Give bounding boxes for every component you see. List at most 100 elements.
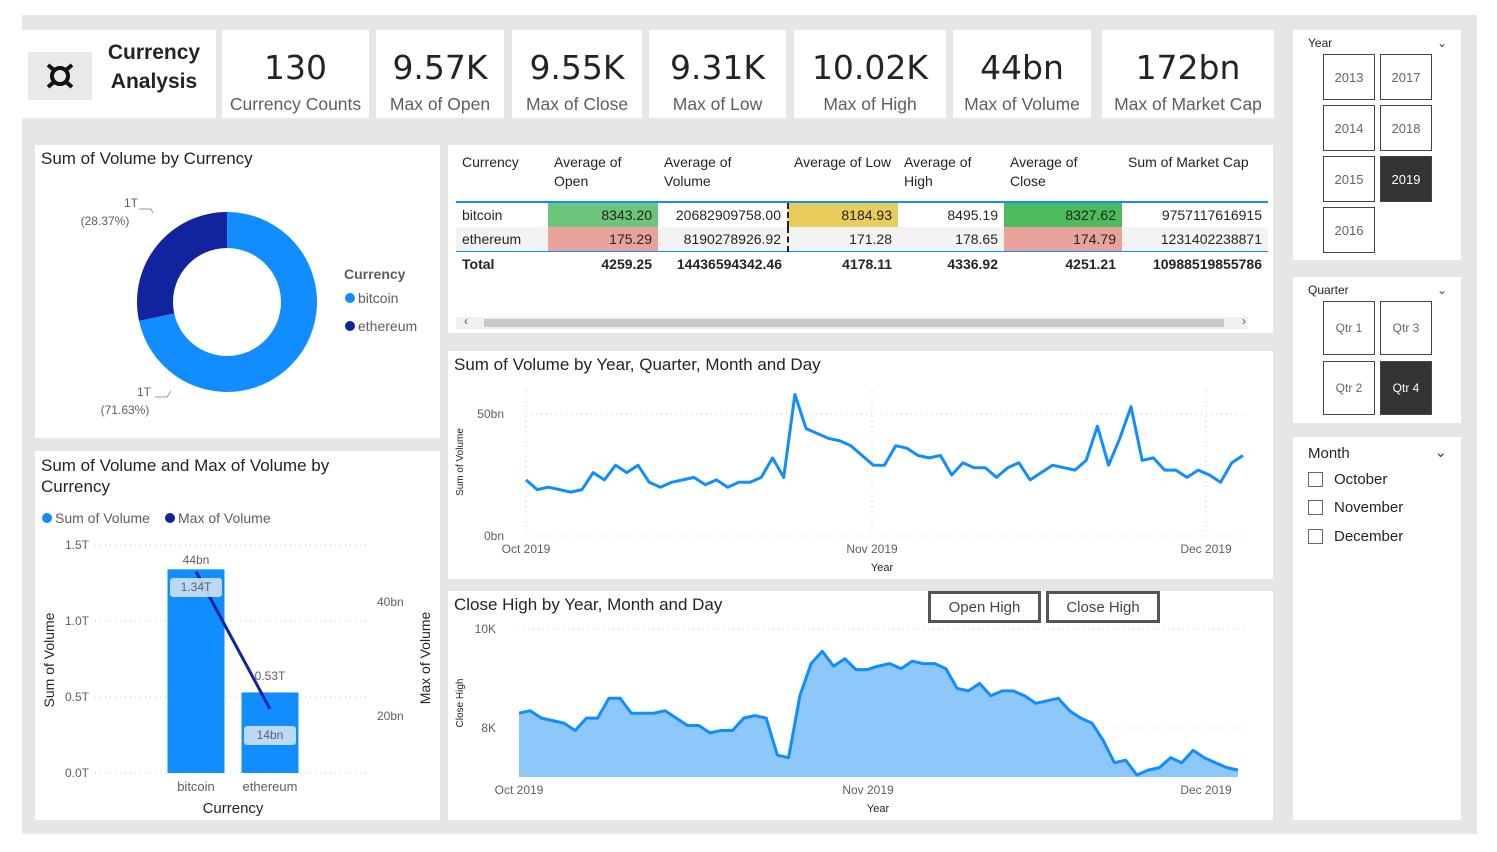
legend-item-max-volume: Max of Volume [178, 510, 271, 526]
donut-chart-panel[interactable]: Sum of Volume by Currency 1T (28.37%) 1T… [35, 145, 440, 438]
col-header[interactable]: Sum of Market Cap [1122, 153, 1268, 203]
option-label: December [1334, 528, 1404, 545]
year-tile-selected[interactable]: 2019 [1380, 156, 1432, 202]
table-row: ethereum 175.29 8190278926.92 171.28 178… [456, 227, 1268, 252]
cell[interactable]: 8343.20 [548, 202, 658, 227]
close-high-area-chart[interactable]: 10K 8K Close High Oct 2019 Nov 2019 Dec … [448, 591, 1273, 820]
title-panel: Currency Analysis [22, 30, 216, 118]
col-header[interactable]: Average of Volume [658, 153, 788, 203]
col-header[interactable]: Average of Open [548, 153, 658, 203]
y-tick-label: 10K [475, 622, 496, 636]
scroll-left-icon[interactable]: ‹ [464, 314, 468, 328]
month-slicer[interactable]: Month ⌄ October November December [1293, 437, 1461, 820]
cell[interactable]: 8184.93 [787, 202, 898, 227]
cell: 10988519855786 [1122, 251, 1268, 276]
legend-marker-ethereum [345, 321, 355, 331]
donut-leader-ethereum [139, 208, 154, 214]
quarter-slicer[interactable]: Quarter ⌄ Qtr 1 Qtr 3 Qtr 2 Qtr 4 [1293, 277, 1461, 423]
volume-line-chart[interactable]: 50bn 0bn Sum of Volume Oct 2019 Nov 2019… [448, 351, 1273, 579]
volume-line-chart-panel[interactable]: Sum of Volume by Year, Quarter, Month an… [448, 351, 1273, 579]
cell[interactable]: 8327.62 [1004, 202, 1122, 227]
cell[interactable]: 175.29 [548, 227, 658, 252]
cell[interactable]: 8190278926.92 [658, 227, 788, 252]
kpi-card-max-volume: 44bn Max of Volume [953, 30, 1091, 118]
cell[interactable]: bitcoin [456, 202, 548, 227]
scroll-thumb[interactable] [484, 319, 1224, 327]
matrix-table-panel[interactable]: Currency Average of Open Average of Volu… [448, 145, 1273, 333]
quarter-tile[interactable]: Qtr 3 [1380, 301, 1432, 355]
legend-item-sum-volume: Sum of Volume [55, 510, 150, 526]
year-tile[interactable]: 2013 [1323, 54, 1375, 100]
kpi-label: Max of High [823, 94, 917, 114]
y-axis-title-left: Sum of Volume [41, 612, 57, 707]
x-tick-label: Oct 2019 [502, 542, 551, 556]
year-tile[interactable]: 2016 [1323, 207, 1375, 253]
y-axis-title: Close High [455, 679, 466, 728]
cell[interactable]: 171.28 [787, 227, 898, 252]
page-title: Currency Analysis [107, 41, 201, 93]
col-header[interactable]: Average of Low [788, 153, 898, 203]
cell[interactable]: ethereum [456, 227, 548, 252]
kpi-value: 9.57K [392, 48, 488, 87]
kpi-card-max-open: 9.57K Max of Open [376, 30, 504, 118]
chevron-down-icon[interactable]: ⌄ [1437, 283, 1447, 297]
donut-slice-ethereum [137, 212, 227, 321]
horizontal-scrollbar[interactable]: ‹ › [456, 314, 1248, 329]
cell[interactable]: 178.65 [898, 227, 1004, 252]
y-tick-label: 0bn [484, 529, 504, 543]
cell: 4336.92 [898, 251, 1004, 276]
kpi-label: Max of Volume [964, 94, 1080, 114]
y-tick-label: 8K [481, 721, 496, 735]
chevron-down-icon[interactable]: ⌄ [1434, 443, 1447, 461]
data-label: 0.53T [255, 669, 286, 683]
cell[interactable]: 174.79 [1004, 227, 1122, 252]
close-high-area-chart-panel[interactable]: Close High by Year, Month and Day Open H… [448, 591, 1273, 820]
cell[interactable]: 1231402238871 [1122, 227, 1268, 252]
kpi-value: 9.31K [669, 48, 766, 87]
year-tile[interactable]: 2014 [1323, 105, 1375, 151]
cell: 14436594342.46 [658, 251, 788, 276]
col-header[interactable]: Average of High [898, 153, 1004, 203]
checkbox[interactable] [1308, 529, 1323, 544]
col-header[interactable]: Currency [456, 153, 548, 203]
donut-label-bitcoin-pct: (71.63%) [101, 403, 150, 417]
cell[interactable]: 20682909758.00 [658, 202, 788, 227]
cell[interactable]: 9757117616915 [1122, 202, 1268, 227]
quarter-tile[interactable]: Qtr 2 [1323, 361, 1375, 415]
chevron-down-icon[interactable]: ⌄ [1437, 36, 1447, 50]
year-tile[interactable]: 2018 [1380, 105, 1432, 151]
donut-label-ethereum-value: 1T [124, 196, 139, 210]
donut-chart[interactable]: 1T (28.37%) 1T (71.63%) Currency bitcoin… [35, 145, 440, 438]
month-option-december[interactable]: December [1308, 528, 1403, 545]
kpi-value: 44bn [980, 48, 1064, 87]
cell[interactable]: 8495.19 [898, 202, 1004, 227]
checkbox[interactable] [1308, 472, 1323, 487]
data-label: 14bn [257, 728, 284, 742]
quarter-tile[interactable]: Qtr 1 [1323, 301, 1375, 355]
combo-chart[interactable]: Sum of Volume Max of Volume 1.5T 1.0T 0.… [35, 451, 440, 820]
quarter-tile-selected[interactable]: Qtr 4 [1380, 361, 1432, 415]
matrix-table[interactable]: Currency Average of Open Average of Volu… [456, 153, 1268, 276]
scroll-right-icon[interactable]: › [1242, 314, 1246, 328]
legend-marker-bitcoin [345, 293, 355, 303]
kpi-label: Max of Close [525, 94, 629, 114]
kpi-value: 10.02K [811, 48, 929, 87]
year-slicer[interactable]: Year ⌄ 2013 2017 2014 2018 2015 2019 201… [1293, 30, 1461, 260]
year-tile[interactable]: 2015 [1323, 156, 1375, 202]
y-tick-label: 0.0T [65, 766, 90, 780]
month-option-october[interactable]: October [1308, 471, 1387, 488]
x-axis-title: Year [871, 562, 894, 574]
y-tick-label: 1.5T [65, 538, 90, 552]
checkbox[interactable] [1308, 500, 1323, 515]
col-header[interactable]: Average of Close [1004, 153, 1122, 203]
cell: 4259.25 [548, 251, 658, 276]
year-tile[interactable]: 2017 [1380, 54, 1432, 100]
combo-chart-panel[interactable]: Sum of Volume and Max of Volume by Curre… [35, 451, 440, 820]
legend-marker-sum-volume [42, 513, 52, 523]
option-label: November [1334, 499, 1404, 516]
y-tick-label: 1.0T [65, 614, 90, 628]
slicer-title: Quarter [1308, 283, 1349, 297]
month-option-november[interactable]: November [1308, 499, 1403, 516]
currency-logo-icon [28, 52, 92, 100]
kpi-value: 9.55K [529, 48, 625, 87]
